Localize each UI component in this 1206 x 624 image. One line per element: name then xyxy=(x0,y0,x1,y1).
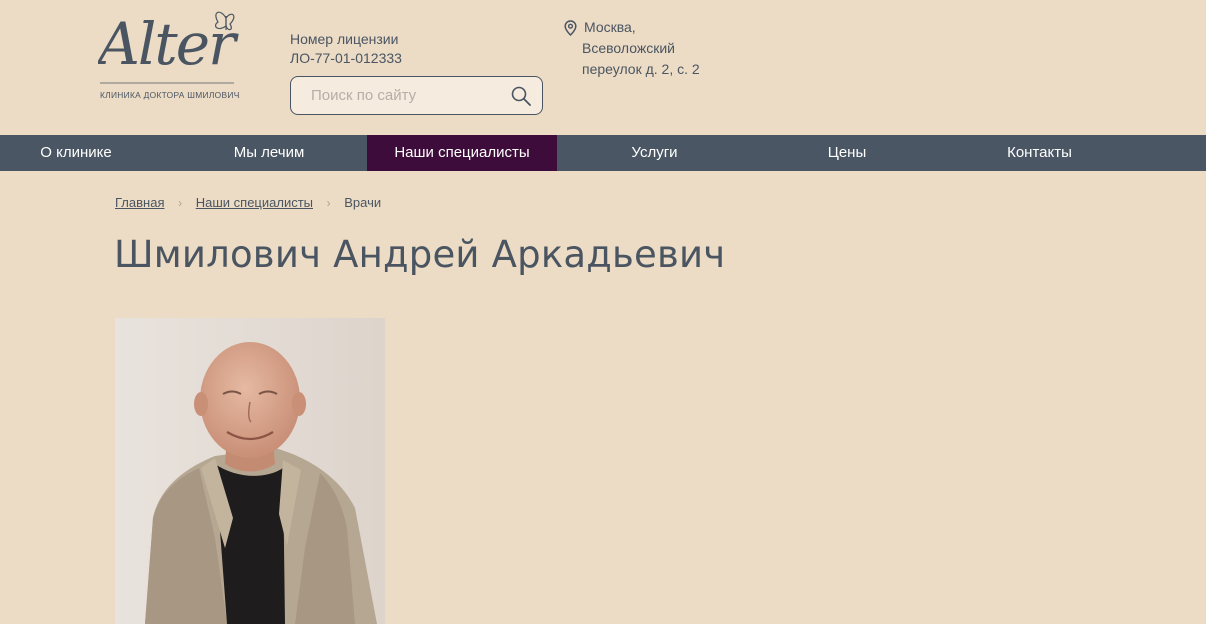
nav-item-contacts[interactable]: Контакты xyxy=(942,135,1137,171)
doctor-photo xyxy=(115,318,385,624)
logo-image: Alter КЛИНИКА ДОКТОРА ШМИЛОВИЧА xyxy=(93,10,245,100)
chevron-right-icon: › xyxy=(178,196,183,210)
search-input[interactable] xyxy=(291,77,501,114)
address-line-1: Москва, xyxy=(584,19,636,35)
breadcrumb: Главная › Наши специалисты › Врачи xyxy=(115,194,381,212)
search-icon[interactable] xyxy=(511,86,531,106)
svg-text:КЛИНИКА ДОКТОРА ШМИЛОВИЧА: КЛИНИКА ДОКТОРА ШМИЛОВИЧА xyxy=(100,90,240,100)
address-line-3: переулок д. 2, с. 2 xyxy=(582,61,700,77)
site-header: Alter КЛИНИКА ДОКТОРА ШМИЛОВИЧА Номер ли… xyxy=(0,0,1206,135)
license-number: ЛО-77-01-012333 xyxy=(290,50,402,66)
breadcrumb-home-link[interactable]: Главная xyxy=(115,195,164,210)
breadcrumb-current: Врачи xyxy=(344,195,382,210)
page-title: Шмилович Андрей Аркадьевич xyxy=(114,233,726,276)
breadcrumb-specialists-link[interactable]: Наши специалисты xyxy=(196,195,313,210)
nav-item-we-treat[interactable]: Мы лечим xyxy=(172,135,366,171)
main-nav: О клинике Мы лечим Наши специалисты Услу… xyxy=(0,135,1206,171)
location-pin-icon xyxy=(564,20,577,36)
clinic-logo[interactable]: Alter КЛИНИКА ДОКТОРА ШМИЛОВИЧА xyxy=(93,6,245,102)
chevron-right-icon: › xyxy=(326,196,331,210)
svg-text:Alter: Alter xyxy=(98,10,239,78)
clinic-address: Москва, Всеволожский переулок д. 2, с. 2 xyxy=(564,17,700,80)
doctor-portrait-image xyxy=(115,318,385,624)
address-line-2: Всеволожский xyxy=(582,40,675,56)
nav-item-specialists[interactable]: Наши специалисты xyxy=(367,135,557,171)
license-info: Номер лицензии ЛО-77-01-012333 xyxy=(290,30,402,68)
nav-item-prices[interactable]: Цены xyxy=(752,135,942,171)
license-label: Номер лицензии xyxy=(290,31,399,47)
search-box xyxy=(290,76,543,115)
nav-item-services[interactable]: Услуги xyxy=(557,135,752,171)
nav-item-about[interactable]: О клинике xyxy=(0,135,152,171)
